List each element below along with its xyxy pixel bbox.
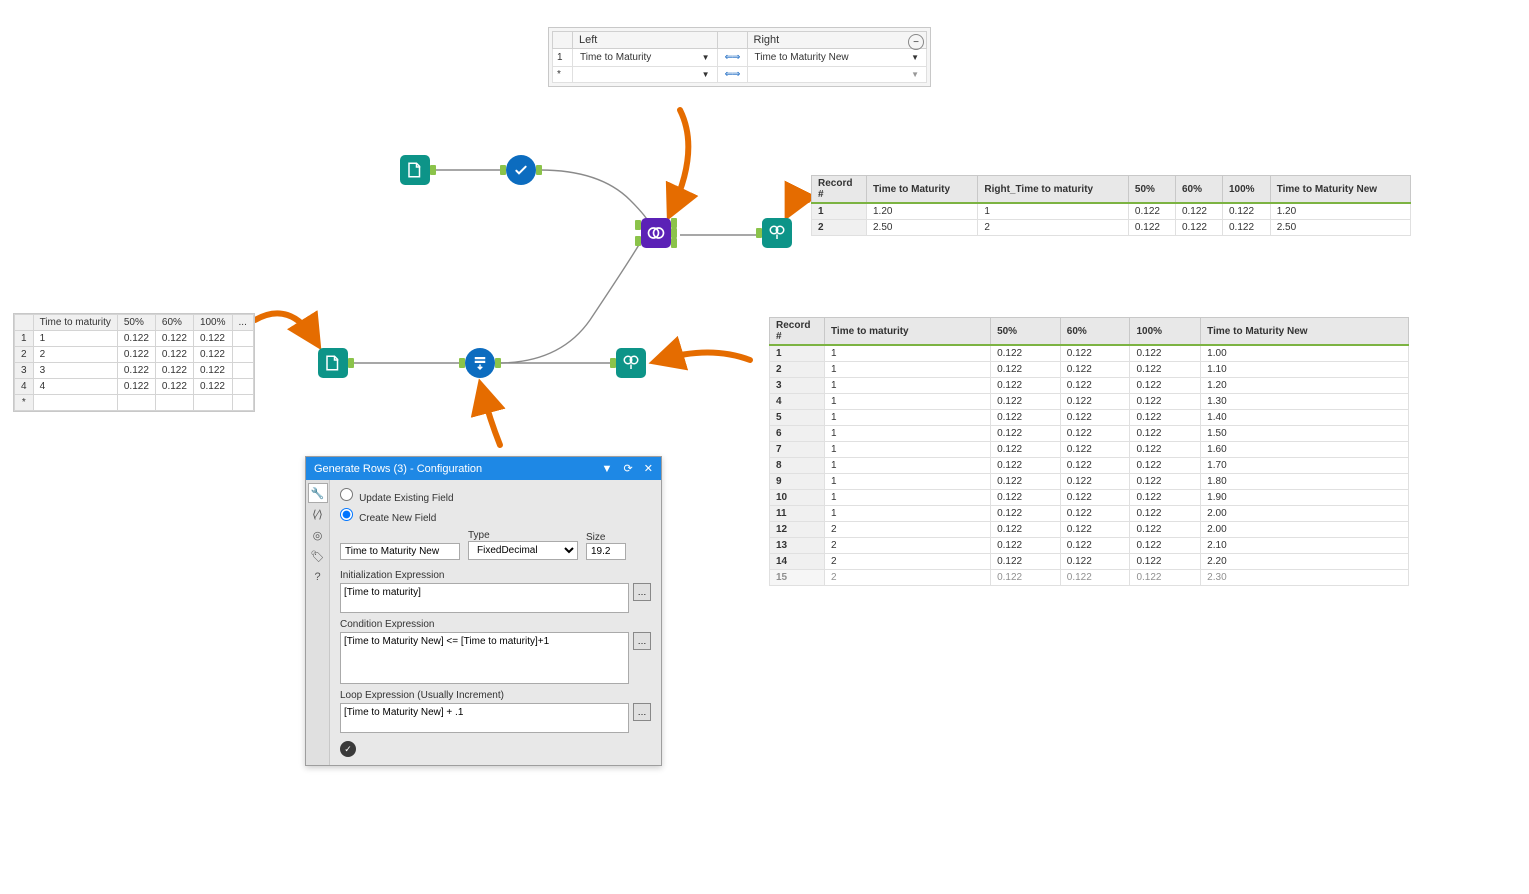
dropdown-icon[interactable]: ▼ xyxy=(602,463,613,475)
remove-row-button[interactable]: − xyxy=(908,34,924,50)
field-name-input[interactable] xyxy=(340,543,460,560)
tag-icon[interactable]: 🏷 xyxy=(308,546,328,566)
join-left-dropdown[interactable]: Time to Maturity▼ xyxy=(577,50,713,65)
target-icon[interactable]: ◎ xyxy=(308,525,328,545)
join-left-header: Left xyxy=(573,32,718,49)
close-icon[interactable]: ✕ xyxy=(644,463,653,475)
update-existing-label: Update Existing Field xyxy=(359,493,454,504)
create-new-radio[interactable] xyxy=(340,508,353,521)
input-data-table: Time to maturity 50% 60% 100% ... 110.12… xyxy=(13,313,255,412)
init-expr-label: Initialization Expression xyxy=(340,570,651,581)
type-label: Type xyxy=(468,530,578,541)
restore-icon[interactable]: ⟳ xyxy=(624,463,633,475)
wrench-icon[interactable]: 🔧 xyxy=(308,483,328,503)
help-icon[interactable]: ? xyxy=(308,567,328,587)
join-config-panel: − Left Right 1 Time to Maturity▼ ⇐⇒ Time… xyxy=(548,27,931,87)
join-output-table: Record #Time to MaturityRight_Time to ma… xyxy=(811,175,1411,236)
xml-icon[interactable]: ⟨⁄⟩ xyxy=(308,504,328,524)
cond-ellipsis-button[interactable]: … xyxy=(633,632,651,650)
init-expr-input[interactable]: [Time to maturity] xyxy=(340,583,629,613)
loop-ellipsis-button[interactable]: … xyxy=(633,703,651,721)
swap-icon[interactable]: ⇐⇒ xyxy=(717,49,747,67)
cond-expr-input[interactable]: [Time to Maturity New] <= [Time to matur… xyxy=(340,632,629,684)
browse-tool-bottom[interactable] xyxy=(616,348,646,378)
create-new-label: Create New Field xyxy=(359,513,436,524)
loop-expr-input[interactable]: [Time to Maturity New] + .1 xyxy=(340,703,629,733)
join-tool[interactable] xyxy=(641,218,671,248)
generate-rows-output-table: Record #Time to maturity50%60%100%Time t… xyxy=(769,317,1409,586)
size-label: Size xyxy=(586,532,626,543)
select-tool[interactable] xyxy=(506,155,536,185)
join-right-header: Right xyxy=(747,32,926,49)
config-window-title-bar[interactable]: Generate Rows (3) - Configuration ▼ ⟳ ✕ xyxy=(306,457,661,480)
size-input[interactable] xyxy=(586,543,626,560)
text-input-tool[interactable] xyxy=(400,155,430,185)
status-ok-icon: ✓ xyxy=(340,741,356,757)
config-window-title: Generate Rows (3) - Configuration xyxy=(314,463,482,475)
init-ellipsis-button[interactable]: … xyxy=(633,583,651,601)
cond-expr-label: Condition Expression xyxy=(340,619,651,630)
config-tabs[interactable]: 🔧 ⟨⁄⟩ ◎ 🏷 ? xyxy=(306,480,330,765)
loop-expr-label: Loop Expression (Usually Increment) xyxy=(340,690,651,701)
generate-rows-tool[interactable] xyxy=(465,348,495,378)
type-select[interactable]: FixedDecimal xyxy=(468,541,578,560)
text-input-tool-2[interactable] xyxy=(318,348,348,378)
generate-rows-config-window: Generate Rows (3) - Configuration ▼ ⟳ ✕ … xyxy=(305,456,662,766)
browse-tool-top[interactable] xyxy=(762,218,792,248)
update-existing-radio[interactable] xyxy=(340,488,353,501)
join-right-dropdown[interactable]: Time to Maturity New▼ xyxy=(752,50,922,65)
